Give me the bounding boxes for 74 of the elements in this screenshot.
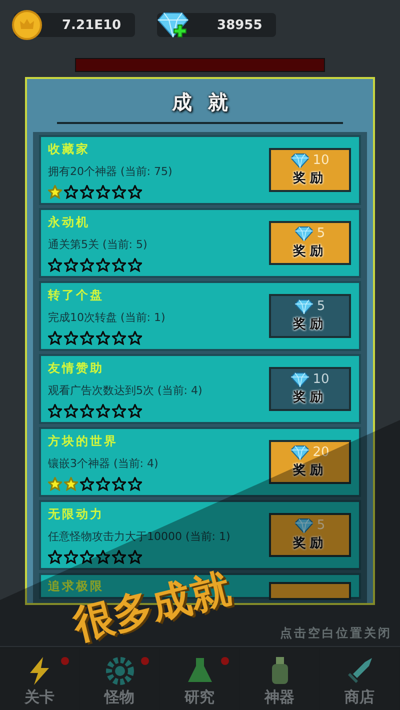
star-icon — [48, 404, 62, 418]
star-icon — [48, 331, 62, 345]
achievement-description: 观看广告次数达到5次 (当前: 4) — [48, 383, 202, 398]
star-icon — [80, 185, 94, 199]
gem-counter[interactable]: 38955 — [157, 13, 276, 37]
star-icon — [80, 477, 94, 491]
star-icon — [80, 550, 94, 564]
achievement-title: 方块的世界 — [48, 433, 119, 450]
star-icon — [112, 258, 126, 272]
star-icon — [96, 404, 110, 418]
star-icon — [48, 477, 62, 491]
reward-button[interactable]: 10 奖励 — [269, 367, 351, 411]
star-icon — [112, 331, 126, 345]
nav-tab[interactable]: 关卡 — [0, 649, 80, 710]
achievement-title: 友情赞助 — [48, 360, 105, 377]
star-icon — [80, 258, 94, 272]
star-icon — [64, 404, 78, 418]
star-icon — [128, 477, 142, 491]
star-icon — [64, 258, 78, 272]
nav-tab[interactable]: 商店 — [320, 649, 400, 710]
add-gem-icon[interactable] — [157, 11, 192, 39]
gem-amount: 38955 — [216, 18, 262, 32]
coin-icon — [12, 10, 42, 40]
star-icon — [64, 477, 78, 491]
star-icon — [64, 331, 78, 345]
star-icon — [96, 258, 110, 272]
gem-icon — [290, 372, 309, 387]
star-icon — [112, 477, 126, 491]
gem-icon — [294, 299, 313, 314]
star-icon — [112, 550, 126, 564]
nav-tab[interactable]: 研究 — [160, 649, 240, 710]
star-icon — [96, 331, 110, 345]
reward-button[interactable]: 5 奖励 — [269, 513, 351, 557]
star-icon — [128, 331, 142, 345]
star-icon — [48, 550, 62, 564]
star-icon — [80, 404, 94, 418]
achievement-description: 通关第5关 (当前: 5) — [48, 237, 148, 252]
achievement-description: 镶嵌3个神器 (当前: 4) — [48, 456, 158, 471]
gem-icon — [290, 445, 309, 460]
star-icon — [128, 404, 142, 418]
gear-icon — [104, 656, 134, 686]
achievement-description: 拥有20个神器 (当前: 75) — [48, 164, 172, 179]
star-icon — [112, 404, 126, 418]
nav-tab[interactable]: 怪物 — [80, 649, 160, 710]
nav-tab[interactable]: 神器 — [240, 649, 320, 710]
star-icon — [64, 185, 78, 199]
reward-button[interactable]: 5 奖励 — [269, 294, 351, 338]
star-icon — [96, 477, 110, 491]
star-icon — [112, 185, 126, 199]
reward-button[interactable]: 5 奖励 — [269, 221, 351, 265]
achievement-title: 转了个盘 — [48, 287, 105, 304]
reward-button[interactable]: 20 奖励 — [269, 440, 351, 484]
reward-button[interactable] — [269, 582, 351, 600]
close-hint: 点击空白位置关闭 — [280, 625, 392, 641]
star-icon — [128, 258, 142, 272]
star-icon — [80, 331, 94, 345]
star-icon — [48, 185, 62, 199]
star-icon — [48, 258, 62, 272]
gem-icon — [294, 226, 313, 241]
star-icon — [96, 550, 110, 564]
star-icon — [64, 550, 78, 564]
star-icon — [128, 550, 142, 564]
achievement-title: 无限动力 — [48, 506, 105, 523]
achievement-description: 完成10次转盘 (当前: 1) — [48, 310, 166, 325]
achievement-title: 收藏家 — [48, 141, 91, 158]
coin-amount: 7.21E10 — [61, 18, 122, 32]
achievement-title: 追求极限 — [48, 578, 104, 595]
gem-icon — [294, 518, 313, 533]
gem-icon — [290, 153, 309, 168]
achievement-title: 永动机 — [48, 214, 91, 231]
star-icon — [96, 185, 110, 199]
star-icon — [128, 185, 142, 199]
reward-button[interactable]: 10 奖励 — [269, 148, 351, 192]
dialog-title: 成就 — [170, 89, 245, 116]
